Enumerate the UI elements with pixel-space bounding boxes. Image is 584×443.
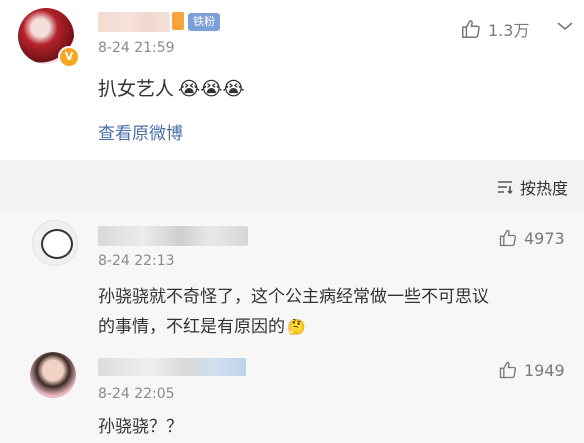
comment-text-line-2: 的事情，不红是有原因的 🤔 xyxy=(98,312,306,337)
verified-badge-icon: V xyxy=(58,46,80,68)
comment-text-line-1: 孙骁骁？？ xyxy=(98,417,183,437)
comment-like-button[interactable]: 4973 xyxy=(498,228,565,248)
comment-like-count: 4973 xyxy=(524,228,565,248)
post-card: V 铁粉 8-24 21:59 1.3万 扒女艺人 😭😭😭 查看原微博 xyxy=(0,0,584,160)
post-like-count: 1.3万 xyxy=(488,21,530,40)
comment-author-name-blurred[interactable] xyxy=(98,358,246,376)
sort-icon xyxy=(498,181,513,195)
comment-like-count: 1949 xyxy=(524,360,565,380)
post-text-line: 扒女艺人 😭😭😭 xyxy=(98,74,245,101)
thumb-up-icon xyxy=(499,361,517,379)
panda-icon xyxy=(41,229,73,259)
comment-time: 8-24 22:13 xyxy=(98,253,175,269)
comment-like-button[interactable]: 1949 xyxy=(498,360,565,380)
comment-author-avatar[interactable] xyxy=(30,352,76,398)
comment-text: 的事情，不红是有原因的 xyxy=(98,317,285,337)
comment-author-name-blurred[interactable] xyxy=(98,226,248,246)
thumb-up-icon xyxy=(462,20,480,38)
fan-badge: 铁粉 xyxy=(188,13,220,31)
comment-list: 8-24 22:13 4973 孙骁骁就不奇怪了，这个公主病经常做一些不可思议 … xyxy=(0,212,584,443)
crown-icon xyxy=(172,12,184,30)
comment-author-avatar[interactable] xyxy=(32,220,78,266)
more-options-icon[interactable] xyxy=(556,17,574,35)
comment-text-line-1: 孙骁骁就不奇怪了，这个公主病经常做一些不可思议 xyxy=(98,287,489,307)
view-original-link[interactable]: 查看原微博 xyxy=(98,119,183,144)
thumb-up-icon xyxy=(499,229,517,247)
post-like-button[interactable]: 1.3万 xyxy=(460,17,529,41)
sort-by-hot-button[interactable]: 按热度 xyxy=(496,175,568,199)
crying-emoji-icon: 😭😭😭 xyxy=(178,78,245,100)
comment-time: 8-24 22:05 xyxy=(98,386,175,402)
post-author-name-blurred[interactable] xyxy=(98,12,170,32)
post-time: 8-24 21:59 xyxy=(98,40,175,56)
thinking-emoji-icon: 🤔 xyxy=(287,318,306,336)
post-text: 扒女艺人 xyxy=(98,78,175,100)
sort-label: 按热度 xyxy=(520,179,569,198)
